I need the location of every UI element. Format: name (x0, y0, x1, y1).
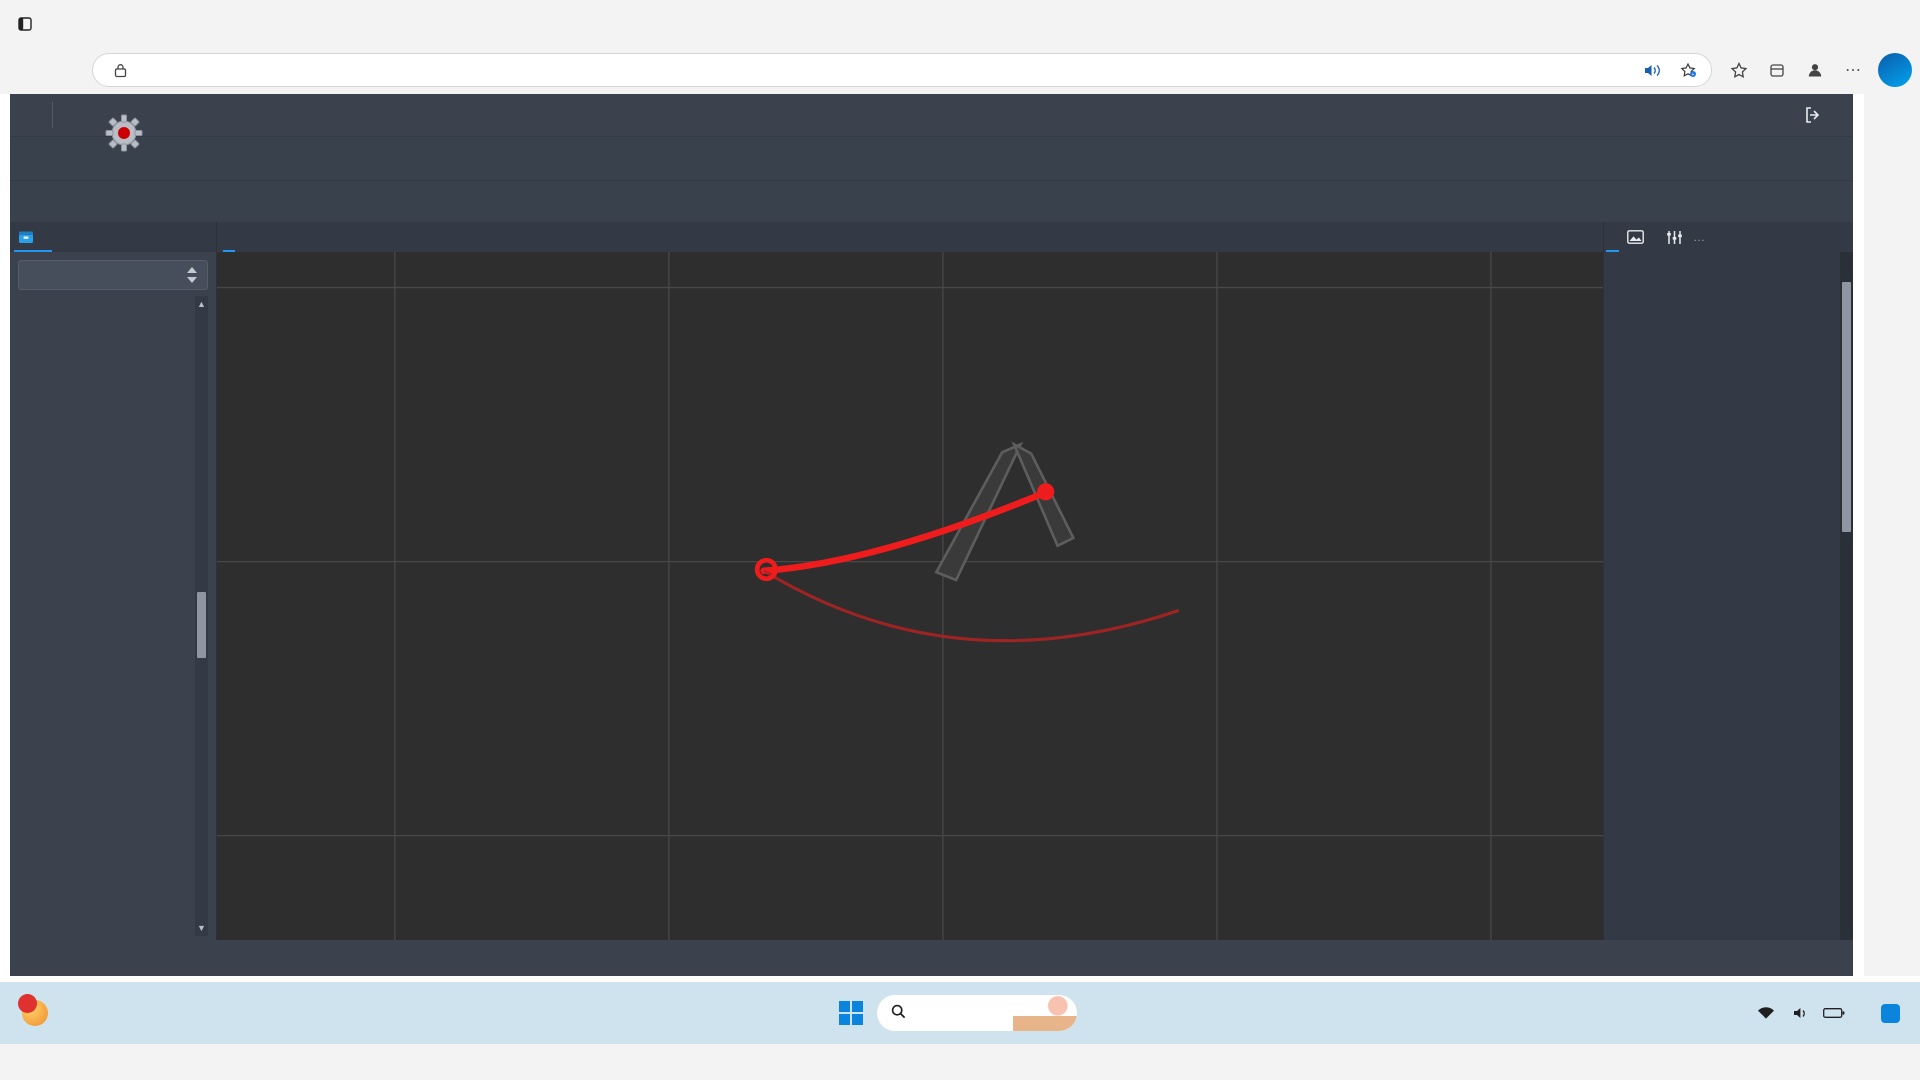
tracer-path-bright (760, 488, 1051, 575)
tracer-node-right (1037, 483, 1055, 501)
left-panel-tabbar (10, 222, 216, 252)
add-favorite-icon[interactable]: + (1675, 57, 1701, 83)
tab-assets-browser[interactable] (1621, 222, 1660, 252)
work-area: ▲ ▼ … (10, 222, 1853, 940)
properties-scrollbar-thumb[interactable] (1842, 282, 1851, 532)
browser-tabstrip (0, 0, 1920, 46)
window-controls (1778, 0, 1916, 46)
maximize-button[interactable] (1824, 0, 1870, 34)
simulation-objects (754, 441, 1180, 643)
taskbar-search[interactable] (877, 995, 1077, 1031)
sign-in-button[interactable] (1804, 106, 1831, 124)
wifi-icon[interactable] (1755, 1002, 1777, 1024)
canvas-panel (217, 222, 1603, 940)
physion-header (10, 94, 1853, 152)
right-panel-tabbar: … (1604, 222, 1853, 252)
tab-overflow-icon[interactable]: … (1693, 230, 1705, 244)
start-button[interactable] (831, 993, 871, 1033)
scrollbar-thumb[interactable] (197, 592, 206, 658)
secondary-toolbar (10, 180, 1853, 222)
tab-properties[interactable] (1604, 222, 1621, 252)
close-window-button[interactable] (1870, 0, 1916, 34)
canvas-tabbar (217, 222, 1603, 252)
favorites-icon[interactable] (1722, 53, 1756, 87)
bing-copilot-icon[interactable] (1878, 53, 1912, 87)
svg-text:+: + (1692, 72, 1695, 78)
tab-main-scene[interactable] (217, 222, 241, 252)
physion-app: ▲ ▼ … (10, 94, 1853, 976)
tab-actions-icon[interactable] (8, 7, 42, 41)
scroll-up-icon[interactable]: ▲ (196, 298, 207, 310)
edge-sidebar (1864, 94, 1920, 976)
search-icon (891, 1004, 906, 1023)
browser-settings-icon[interactable]: ⋯ (1836, 53, 1870, 87)
scene-list[interactable]: ▲ ▼ (18, 296, 208, 936)
minimize-button[interactable] (1778, 0, 1824, 34)
system-tray (1687, 1002, 1912, 1024)
image-icon (1627, 230, 1644, 244)
tray-expand-icon[interactable] (1687, 1002, 1709, 1024)
status-bar (10, 940, 1853, 976)
onedrive-icon[interactable] (1721, 1002, 1743, 1024)
volume-icon[interactable] (1789, 1002, 1811, 1024)
page-viewport: ▲ ▼ … (0, 94, 1920, 1044)
profile-icon[interactable] (1798, 53, 1832, 87)
reload-icon[interactable] (48, 53, 82, 87)
tab-settings[interactable]: … (1660, 222, 1711, 252)
notification-badge[interactable] (1881, 1003, 1900, 1023)
scroll-down-icon[interactable]: ▼ (196, 922, 207, 934)
battery-icon[interactable] (1823, 1002, 1845, 1024)
search-artwork (1013, 995, 1077, 1031)
collections-icon[interactable] (1760, 53, 1794, 87)
address-input[interactable]: + (92, 53, 1712, 87)
taskbar-center (831, 993, 1089, 1033)
weather-widget[interactable] (18, 994, 212, 1026)
properties-panel: … (1603, 222, 1853, 940)
browser-chrome: + ⋯ (0, 0, 1920, 94)
sliders-icon (1667, 230, 1682, 244)
sun-icon (18, 994, 48, 1026)
scene-list-scrollbar[interactable]: ▲ ▼ (195, 296, 208, 936)
weather-badge (18, 994, 37, 1013)
featured-scenes-select[interactable] (18, 260, 208, 290)
properties-scrollbar[interactable] (1840, 252, 1853, 940)
header-divider (52, 102, 53, 128)
browser-addressbar: + ⋯ (0, 46, 1920, 94)
tracer-path-faded (762, 569, 1180, 643)
scene-browser-icon (19, 231, 33, 243)
gear-logo-icon (104, 113, 144, 161)
windows-taskbar (0, 982, 1920, 1044)
simulation-canvas[interactable] (217, 252, 1603, 940)
scene-browser-panel: ▲ ▼ (10, 222, 217, 940)
read-aloud-icon[interactable] (1639, 57, 1665, 83)
properties-content[interactable] (1604, 252, 1853, 940)
back-icon[interactable] (10, 53, 44, 87)
new-tab-button[interactable] (54, 12, 84, 42)
sign-in-icon (1806, 107, 1820, 123)
select-updown-icon (186, 267, 198, 283)
panel-more-button[interactable] (196, 222, 216, 252)
site-info-lock-icon[interactable] (107, 57, 133, 83)
tab-scene-browser[interactable] (10, 222, 56, 252)
main-toolbar (10, 136, 1853, 180)
windows-logo-icon (838, 1000, 864, 1026)
